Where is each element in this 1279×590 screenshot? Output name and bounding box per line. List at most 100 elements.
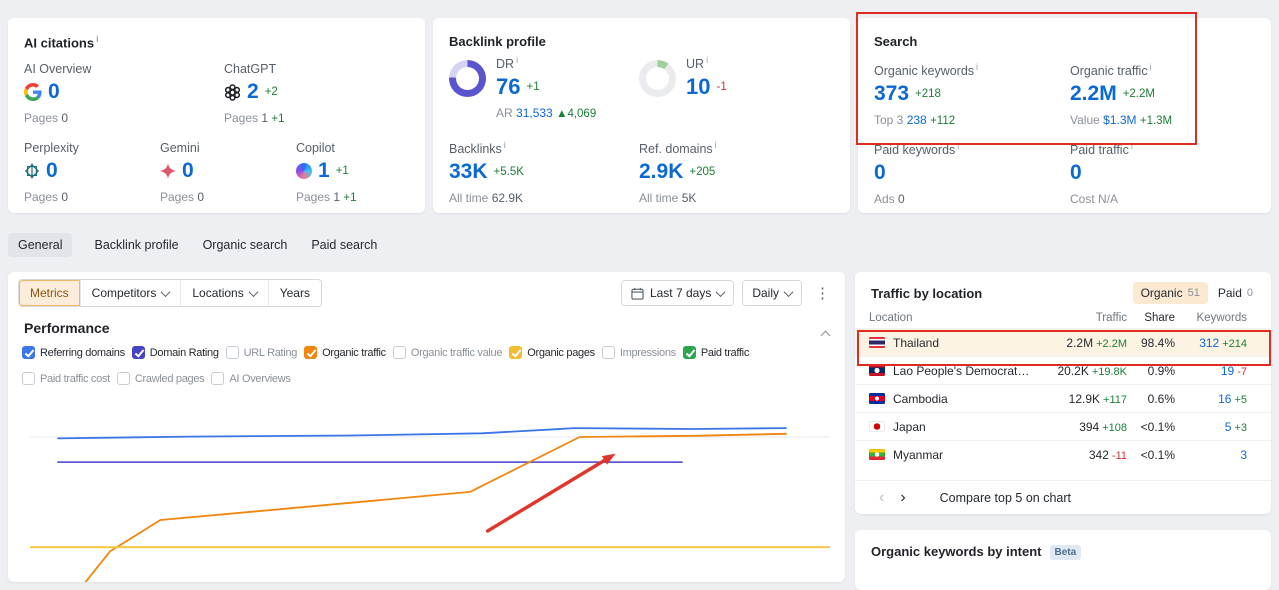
gemini-count[interactable]: 0	[182, 159, 194, 183]
gemini-icon	[160, 163, 176, 179]
info-icon[interactable]	[1131, 141, 1133, 151]
ref-domains-value[interactable]: 2.9K	[639, 160, 683, 184]
chatgpt-count[interactable]: 2	[247, 80, 259, 104]
top3-value[interactable]: 238	[907, 113, 927, 127]
checkbox-icon	[116, 372, 130, 385]
ur-label: UR	[686, 57, 705, 72]
keywords-link[interactable]: 312	[1199, 336, 1219, 350]
info-icon[interactable]	[1150, 62, 1152, 72]
info-icon[interactable]	[516, 55, 518, 65]
metrics-button[interactable]: Metrics	[19, 280, 80, 306]
ur-donut-chart-icon	[639, 60, 676, 97]
metric-checkbox-paid-traffic-cost[interactable]: Paid traffic cost	[22, 372, 110, 385]
tab-organic-search[interactable]: Organic search	[201, 233, 290, 257]
backlinks-value[interactable]: 33K	[449, 160, 488, 184]
cost-label: Cost	[1070, 192, 1095, 207]
card-title-text: AI citations	[24, 35, 95, 51]
alltime-value: 5K	[681, 191, 697, 206]
date-range-button[interactable]: Last 7 days	[620, 280, 735, 306]
metric-checkbox-organic-pages[interactable]: Organic pages	[509, 346, 595, 359]
organic-traffic-value[interactable]: 2.2M	[1070, 82, 1117, 106]
ur-value[interactable]: 10	[686, 74, 710, 100]
chart-toolbar: Metrics Competitors Locations Years Last…	[18, 279, 835, 307]
collapse-section-button[interactable]	[820, 326, 831, 344]
keywords-link[interactable]: 5	[1225, 420, 1232, 434]
country-name[interactable]: Myanmar	[893, 448, 943, 462]
paid-traffic-value[interactable]: 0	[1070, 161, 1082, 185]
tab-paid-search[interactable]: Paid search	[309, 233, 379, 257]
next-page-arrow[interactable]: ›	[892, 489, 913, 506]
dr-value[interactable]: 76	[496, 74, 520, 100]
metric-checkbox-ai-overviews[interactable]: AI Overviews	[211, 372, 291, 385]
calendar-icon	[631, 287, 644, 300]
ads-value: 0	[898, 192, 905, 207]
paid-traffic-label: Paid traffic	[1070, 143, 1129, 158]
metric-checkbox-organic-traffic[interactable]: Organic traffic	[304, 346, 386, 359]
info-icon[interactable]	[976, 62, 978, 72]
top3-label: Top 3	[874, 113, 904, 128]
metric-checkbox-organic-traffic-value[interactable]: Organic traffic value	[392, 346, 503, 359]
table-row-myanmar[interactable]: Myanmar 342 -11 <0.1% 3	[855, 440, 1271, 468]
keywords-link[interactable]: 16	[1218, 392, 1231, 406]
organic-count: 51	[1187, 287, 1200, 299]
delta: +205	[689, 166, 716, 179]
locations-button[interactable]: Locations	[180, 280, 267, 306]
delta: +117	[1103, 393, 1127, 406]
dr-donut-chart-icon	[449, 60, 486, 97]
tab-backlink-profile[interactable]: Backlink profile	[92, 233, 180, 257]
country-name[interactable]: Japan	[893, 420, 926, 434]
table-row-japan[interactable]: Japan 394 +108 <0.1% 5 +3	[855, 412, 1271, 440]
info-icon[interactable]	[957, 141, 959, 151]
metric-checkbox-crawled-pages[interactable]: Crawled pages	[116, 372, 205, 385]
table-row-laos[interactable]: Lao People's Democratic Reput 20.2K+19.8…	[855, 356, 1271, 384]
info-icon[interactable]	[96, 34, 99, 44]
country-name[interactable]: Cambodia	[893, 392, 948, 406]
delta: +2.2M	[1096, 337, 1127, 350]
ar-value[interactable]: 31,533	[516, 106, 553, 120]
metric-checkbox-referring-domains[interactable]: Referring domains	[22, 346, 125, 359]
info-icon[interactable]	[504, 140, 506, 150]
paid-toggle-button[interactable]: Paid 0	[1210, 282, 1261, 304]
granularity-button[interactable]: Daily	[742, 280, 802, 306]
traffic-value-amount[interactable]: $1.3M	[1103, 113, 1136, 127]
metric-checkbox-url-rating[interactable]: URL Rating	[225, 346, 297, 359]
delta: +5	[1234, 393, 1247, 406]
copilot-count[interactable]: 1	[318, 159, 330, 183]
keywords-link[interactable]: 3	[1240, 448, 1247, 462]
compare-top5-label: Compare top 5 on chart	[939, 490, 1071, 505]
traffic-value: 12.9K	[1068, 391, 1101, 406]
metric-checkbox-impressions[interactable]: Impressions	[601, 346, 676, 359]
info-icon[interactable]	[706, 55, 708, 65]
organic-keywords-block: Organic keywords 373 +218 Top 3 238 +112	[874, 62, 978, 127]
organic-keywords-value[interactable]: 373	[874, 82, 909, 106]
chatgpt-icon	[224, 83, 241, 101]
more-options-kebab-icon[interactable]: ⋮	[810, 284, 835, 302]
country-name[interactable]: Thailand	[893, 336, 939, 350]
competitors-button[interactable]: Competitors	[79, 280, 181, 306]
prev-page-arrow[interactable]: ‹	[871, 489, 892, 506]
metric-checkbox-paid-traffic[interactable]: Paid traffic	[682, 346, 749, 359]
checkbox-icon	[304, 346, 318, 359]
copilot-metric: Copilot 1 +1 Pages 1 +1	[296, 141, 357, 204]
table-row-cambodia[interactable]: Cambodia 12.9K +117 0.6% 16 +5	[855, 384, 1271, 412]
perplexity-metric: Perplexity 0 Pages 0	[24, 141, 79, 204]
performance-line-chart[interactable]	[30, 412, 830, 582]
delta: -1	[716, 81, 727, 94]
paid-keywords-value[interactable]: 0	[874, 161, 886, 185]
years-button[interactable]: Years	[267, 280, 321, 306]
metric-checkbox-domain-rating[interactable]: Domain Rating	[131, 346, 219, 359]
perplexity-count[interactable]: 0	[46, 159, 58, 183]
delta: ▲4,069	[556, 108, 597, 121]
ai-overview-count[interactable]: 0	[48, 80, 60, 104]
organic-toggle-button[interactable]: Organic 51	[1132, 282, 1208, 304]
country-name[interactable]: Lao People's Democratic Reput	[893, 364, 1031, 378]
info-icon[interactable]	[715, 140, 717, 150]
table-row-thailand[interactable]: Thailand 2.2M +2.2M 98.4% 312 +214	[855, 328, 1271, 356]
pages-value: 1	[333, 190, 341, 204]
checkbox-icon	[22, 372, 35, 385]
keywords-link[interactable]: 19	[1221, 364, 1234, 378]
chevron-up-icon	[820, 330, 831, 341]
tab-general[interactable]: General	[8, 233, 73, 257]
dr-label: DR	[496, 57, 515, 72]
checkbox-icon	[682, 346, 696, 359]
